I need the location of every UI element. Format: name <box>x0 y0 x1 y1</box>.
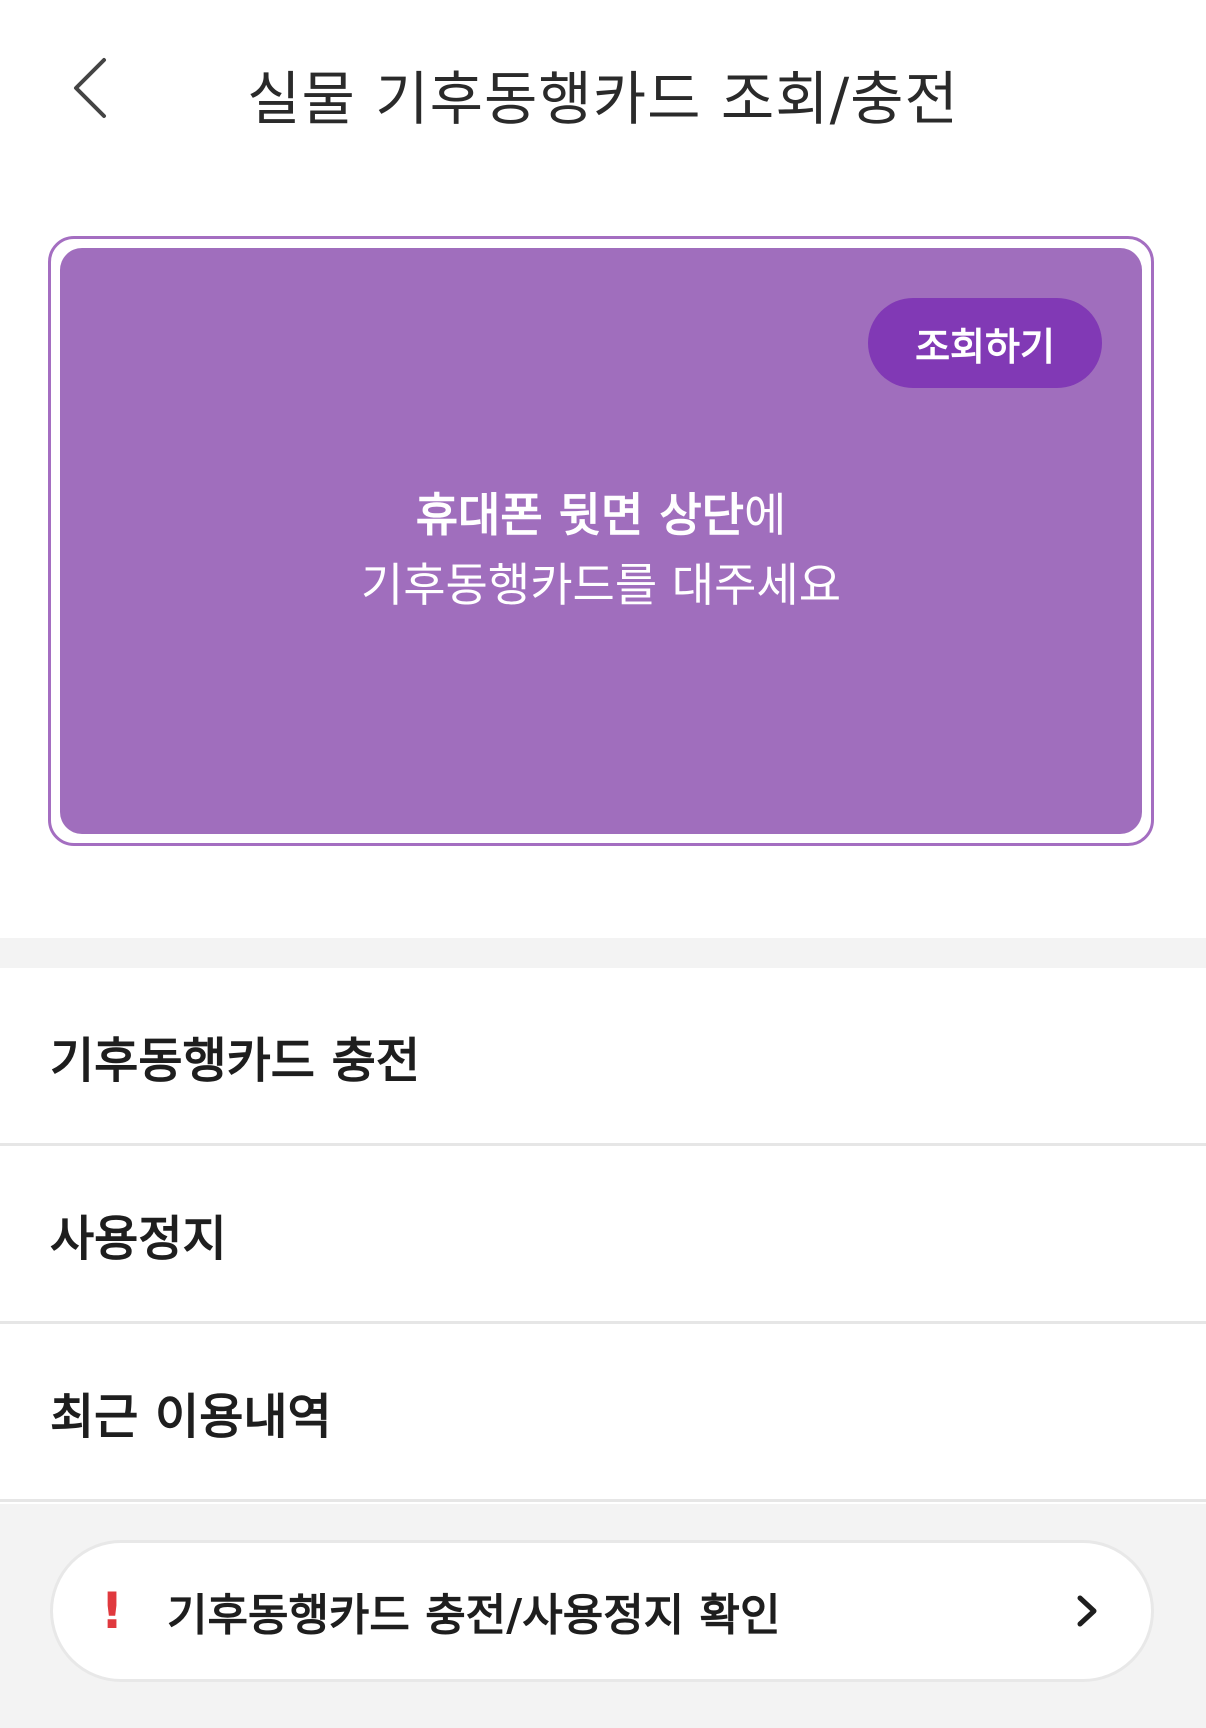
bottom-area: ! 기후동행카드 충전/사용정지 확인 <box>0 1504 1206 1728</box>
instruction-line1: 휴대폰 뒷면 상단에 <box>60 480 1142 550</box>
exclamation-icon: ! <box>100 1582 124 1640</box>
menu-item-charge[interactable]: 기후동행카드 충전 <box>0 968 1206 1146</box>
chevron-right-icon <box>1067 1591 1107 1631</box>
inquiry-button[interactable]: 조회하기 <box>868 298 1102 388</box>
menu-list: 기후동행카드 충전 사용정지 최근 이용내역 <box>0 968 1206 1502</box>
menu-item-label: 최근 이용내역 <box>50 1388 332 1445</box>
menu-item-label: 기후동행카드 충전 <box>50 1032 420 1089</box>
header: 실물 기후동행카드 조회/충전 <box>0 0 1206 180</box>
page-title: 실물 기후동행카드 조회/충전 <box>247 65 959 133</box>
tap-instruction: 휴대폰 뒷면 상단에 기후동행카드를 대주세요 <box>60 480 1142 620</box>
instruction-line2: 기후동행카드를 대주세요 <box>360 558 842 612</box>
section-divider <box>0 938 1206 968</box>
card-tap-area: 조회하기 휴대폰 뒷면 상단에 기후동행카드를 대주세요 <box>60 248 1142 834</box>
charge-suspend-check-button[interactable]: ! 기후동행카드 충전/사용정지 확인 <box>50 1540 1154 1682</box>
menu-item-label: 사용정지 <box>50 1210 227 1267</box>
instruction-bold-text: 휴대폰 뒷면 상단 <box>415 488 744 542</box>
menu-item-history[interactable]: 최근 이용내역 <box>0 1324 1206 1502</box>
menu-item-suspend[interactable]: 사용정지 <box>0 1146 1206 1324</box>
instruction-suffix-text: 에 <box>743 488 787 542</box>
card-frame: 조회하기 휴대폰 뒷면 상단에 기후동행카드를 대주세요 <box>48 236 1154 846</box>
notice-text: 기후동행카드 충전/사용정지 확인 <box>167 1590 781 1641</box>
